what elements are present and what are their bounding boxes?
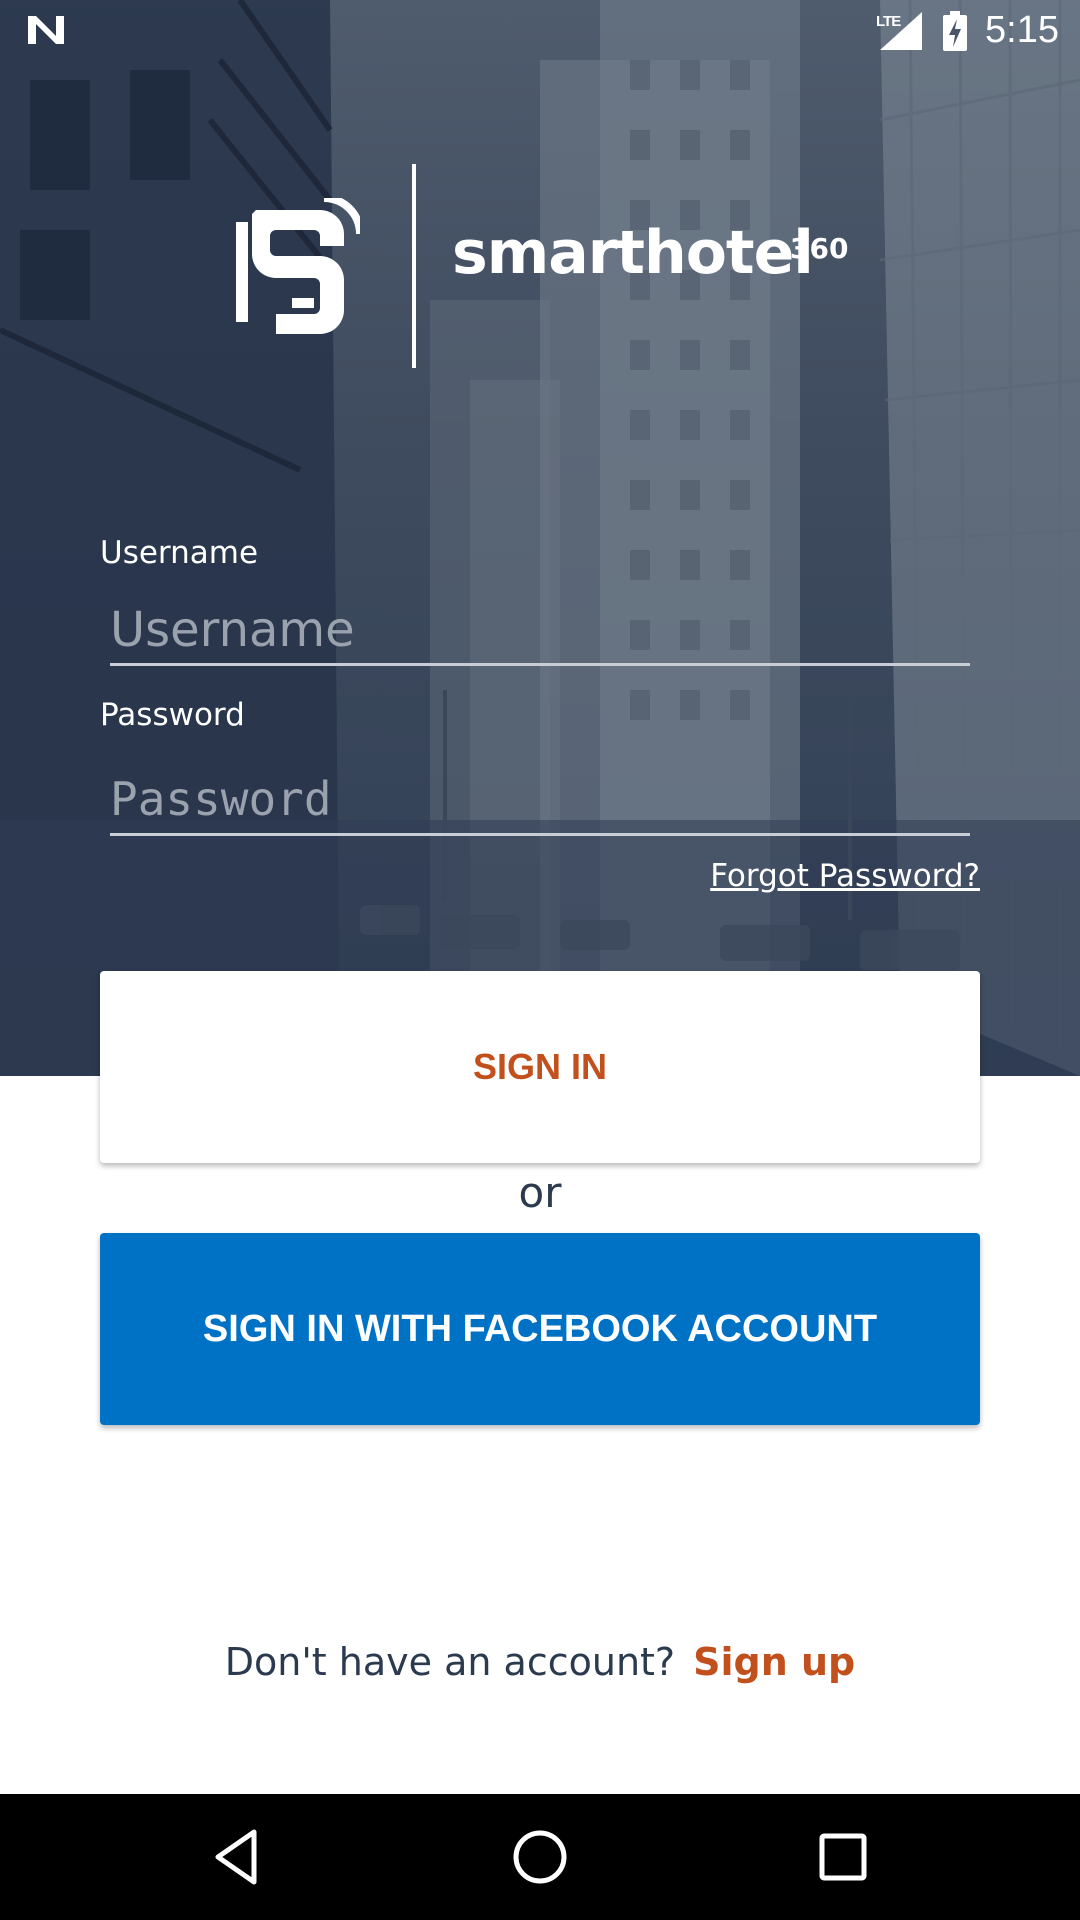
signup-row: Don't have an account? Sign up (0, 1640, 1080, 1684)
sign-in-button[interactable]: SIGN IN (100, 971, 980, 1163)
smarthotel-logo-icon (236, 198, 360, 334)
back-icon[interactable] (206, 1826, 268, 1888)
status-bar: LTE 5:15 (0, 0, 1080, 63)
username-label: Username (100, 535, 259, 571)
forgot-password-link[interactable]: Forgot Password? (710, 858, 980, 894)
signup-prompt: Don't have an account? (224, 1640, 676, 1684)
navigation-bar (0, 1794, 1080, 1920)
brand-superscript: 360 (790, 232, 849, 265)
home-icon[interactable] (509, 1826, 571, 1888)
clock: 5:15 (985, 9, 1059, 51)
facebook-sign-in-button[interactable]: SIGN IN WITH FACEBOOK ACCOUNT (100, 1233, 980, 1425)
recents-icon[interactable] (812, 1826, 874, 1888)
signup-link[interactable]: Sign up (693, 1640, 855, 1684)
signal-icon (880, 12, 922, 50)
password-label: Password (100, 697, 245, 733)
n-logo-icon (28, 16, 64, 44)
or-separator: or (518, 1168, 562, 1217)
password-input[interactable] (110, 764, 970, 836)
battery-charging-icon (943, 11, 967, 51)
username-input[interactable] (110, 596, 970, 666)
brand-name: smarthotel (452, 218, 814, 288)
logo-divider (412, 164, 416, 368)
